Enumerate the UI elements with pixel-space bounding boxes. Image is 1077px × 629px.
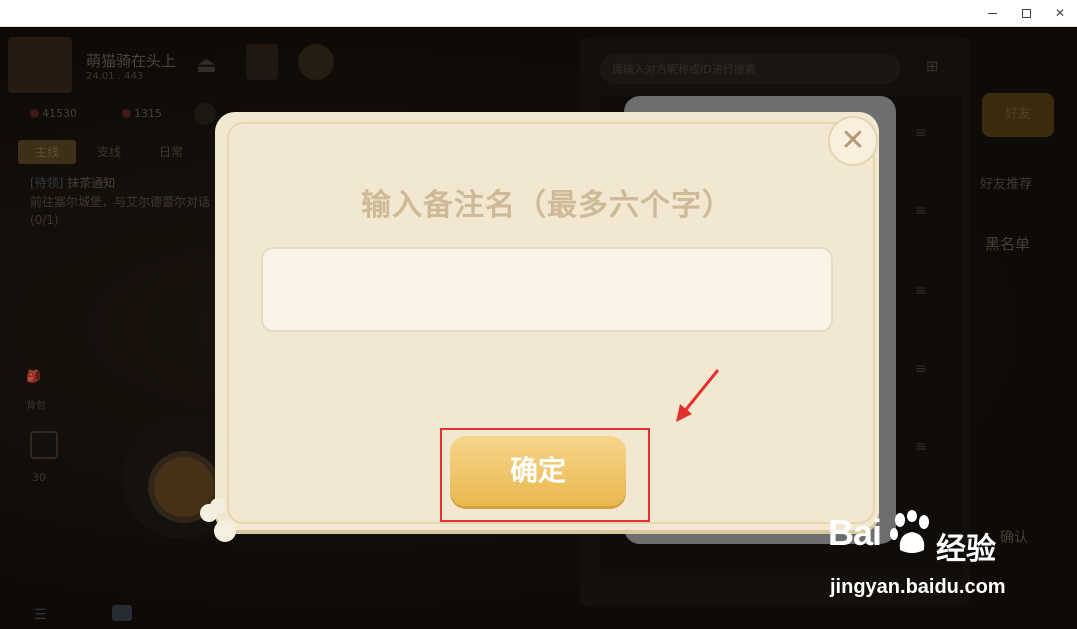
watermark-url: jingyan.baidu.com xyxy=(830,576,1006,598)
annotation-arrow-icon xyxy=(676,369,720,422)
close-window-icon[interactable]: ✕ xyxy=(1043,0,1077,26)
highlight-box xyxy=(440,428,650,522)
close-icon[interactable]: ✕ xyxy=(828,116,878,166)
remark-name-input[interactable] xyxy=(261,247,833,332)
window-titlebar: ✕ xyxy=(0,0,1077,27)
watermark-brand-cn: 经验 xyxy=(936,532,996,567)
bubble-decoration xyxy=(200,498,236,546)
minimize-icon[interactable] xyxy=(975,0,1009,26)
dialog-title: 输入备注名（最多六个字） xyxy=(361,188,733,223)
maximize-icon[interactable] xyxy=(1009,0,1043,26)
watermark-brand: Bai xyxy=(828,512,882,553)
baidu-paw-icon xyxy=(890,510,929,553)
